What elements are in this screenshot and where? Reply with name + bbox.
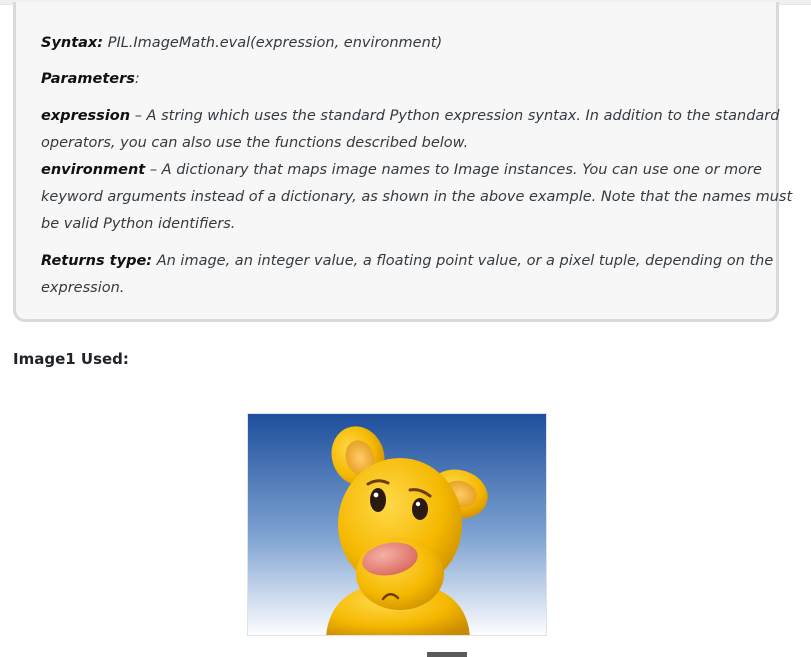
- image-section-heading: Image1 Used:: [13, 350, 129, 368]
- param-environment-desc-2: keyword arguments instead of a dictionar…: [41, 189, 793, 205]
- parameters-colon: :: [134, 71, 140, 87]
- parameters-label: Parameters: [41, 71, 135, 87]
- returns-desc-2: expression.: [41, 280, 125, 296]
- returns-line-2: expression.: [41, 275, 124, 302]
- function-doc-box: Syntax: PIL.ImageMath.eval(expression, e…: [13, 2, 792, 322]
- param-environment-line-3: be valid Python identifiers.: [41, 211, 235, 238]
- syntax-value: PIL.ImageMath.eval(expression, environme…: [107, 35, 443, 51]
- returns-line-1: Returns type: An image, an integer value…: [41, 248, 773, 275]
- param-environment-desc-3: be valid Python identifiers.: [41, 216, 236, 232]
- cartoon-dog-illustration: [248, 414, 546, 635]
- syntax-label: Syntax:: [41, 35, 104, 51]
- example-image: [247, 413, 547, 636]
- param-expression-line-1: expression – A string which uses the sta…: [41, 103, 779, 130]
- returns-desc-1: An image, an integer value, a floating p…: [156, 253, 774, 269]
- param-expression-desc-2: operators, you can also use the function…: [41, 135, 469, 151]
- bottom-scroll-indicator: [427, 652, 467, 657]
- param-environment-line-2: keyword arguments instead of a dictionar…: [41, 184, 792, 211]
- param-expression-name: expression: [41, 108, 131, 124]
- param-environment-desc-1: – A dictionary that maps image names to …: [149, 162, 762, 178]
- param-environment-line-1: environment – A dictionary that maps ima…: [41, 157, 762, 184]
- syntax-line: Syntax: PIL.ImageMath.eval(expression, e…: [41, 30, 442, 57]
- param-expression-line-2: operators, you can also use the function…: [41, 130, 468, 157]
- param-environment-name: environment: [41, 162, 146, 178]
- returns-label: Returns type:: [41, 253, 153, 269]
- param-expression-desc-1: – A string which uses the standard Pytho…: [134, 108, 780, 124]
- parameters-heading: Parameters:: [41, 66, 140, 93]
